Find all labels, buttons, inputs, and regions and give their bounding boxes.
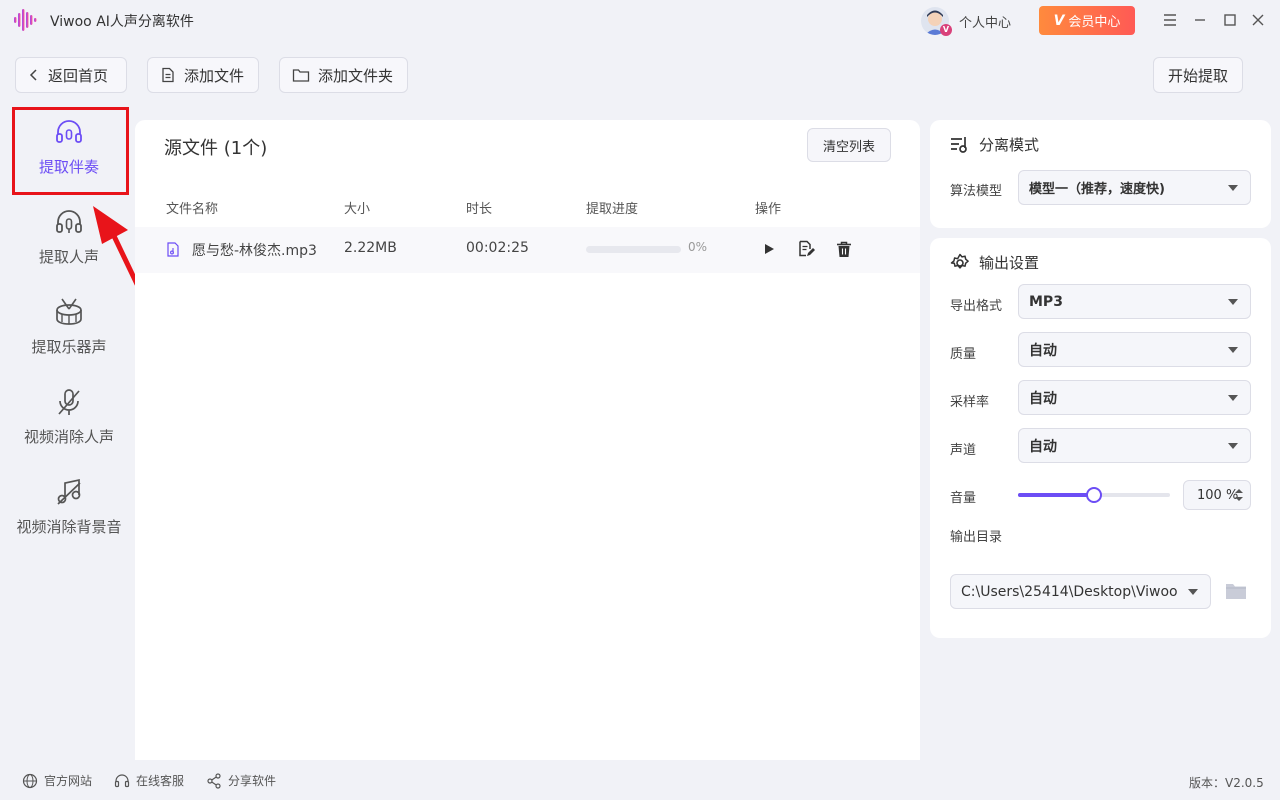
column-header-size: 大小: [344, 202, 371, 217]
channel-select[interactable]: 自动: [1018, 428, 1251, 463]
column-header-actions: 操作: [755, 202, 782, 217]
volume-value: 100 %: [1197, 487, 1239, 503]
add-folder-button[interactable]: 添加文件夹: [279, 57, 408, 93]
app-title: Viwoo AI人声分离软件: [50, 14, 194, 30]
channel-label: 声道: [950, 443, 977, 458]
headset-icon: [114, 773, 130, 787]
quality-label: 质量: [950, 347, 977, 362]
output-dir-value: C:\Users\25414\Desktop\Viwoo: [961, 583, 1178, 600]
output-dir-label: 输出目录: [950, 530, 1003, 545]
menu-icon[interactable]: [1160, 10, 1180, 30]
sidebar-item-video-remove-background[interactable]: 视频消除背景音: [0, 476, 138, 537]
volume-label: 音量: [950, 491, 977, 506]
start-extract-label: 开始提取: [1167, 66, 1228, 85]
delete-icon[interactable]: [834, 239, 854, 259]
official-website-link[interactable]: 官方网站: [22, 772, 92, 789]
folder-icon: [292, 69, 310, 82]
sample-rate-label: 采样率: [950, 395, 990, 410]
output-settings-title: 输出设置: [950, 252, 1039, 273]
start-extract-button[interactable]: 开始提取: [1153, 57, 1243, 93]
output-settings-label: 输出设置: [979, 254, 1040, 272]
chevron-down-icon: [1228, 347, 1238, 353]
sidebar-item-label: 视频消除背景音: [16, 518, 122, 536]
sidebar-item-video-remove-vocals[interactable]: 视频消除人声: [0, 386, 138, 447]
format-select[interactable]: MP3: [1018, 284, 1251, 319]
sliders-icon: [951, 136, 967, 153]
chevron-down-icon: [1188, 589, 1198, 595]
gear-icon: [950, 253, 969, 269]
annotation-highlight-box: [12, 107, 129, 195]
vip-icon: V: [1053, 12, 1065, 29]
clear-list-button[interactable]: 清空列表: [807, 128, 891, 162]
output-dir-select[interactable]: C:\Users\25414\Desktop\Viwoo: [950, 574, 1211, 609]
sidebar-item-label: 视频消除人声: [23, 428, 114, 446]
edit-file-icon[interactable]: [796, 239, 816, 259]
source-files-title: 源文件 (1个): [164, 138, 268, 159]
version-text: 版本：V2.0.5: [1189, 776, 1264, 790]
chevron-down-icon: [1228, 395, 1238, 401]
model-select-value: 模型一（推荐，速度快): [1029, 182, 1165, 197]
chevron-down-icon: [1228, 185, 1238, 191]
volume-slider-fill: [1018, 493, 1094, 497]
mic-off-icon: [53, 386, 85, 418]
close-icon[interactable]: [1248, 10, 1268, 30]
column-header-name: 文件名称: [166, 202, 219, 217]
share-software-label: 分享软件: [228, 774, 277, 788]
add-file-label: 添加文件: [184, 66, 245, 85]
model-label: 算法模型: [950, 184, 1003, 199]
avatar-vip-badge: V: [940, 24, 952, 36]
share-software-link[interactable]: 分享软件: [206, 772, 276, 789]
quality-select[interactable]: 自动: [1018, 332, 1251, 367]
online-support-link[interactable]: 在线客服: [114, 772, 184, 789]
maximize-icon[interactable]: [1220, 10, 1240, 30]
format-select-value: MP3: [1029, 293, 1063, 310]
output-settings-panel: 输出设置 导出格式 MP3 质量 自动 采样率 自动 声道 自动 音量 100 …: [930, 238, 1271, 638]
progress-text: 0%: [688, 240, 708, 254]
vip-center-label: 会员中心: [1068, 15, 1121, 30]
model-select[interactable]: 模型一（推荐，速度快): [1018, 170, 1251, 205]
file-icon: [162, 67, 174, 83]
sample-rate-select[interactable]: 自动: [1018, 380, 1251, 415]
volume-slider-handle[interactable]: [1086, 487, 1102, 503]
add-file-button[interactable]: 添加文件: [147, 57, 259, 93]
official-website-label: 官方网站: [44, 774, 93, 788]
separation-mode-title: 分离模式: [950, 134, 1039, 155]
chevron-left-icon: [29, 69, 37, 81]
format-label: 导出格式: [950, 299, 1003, 314]
play-icon[interactable]: [759, 239, 779, 259]
quality-select-value: 自动: [1029, 342, 1057, 359]
file-name: 愿与愁-林俊杰.mp3: [192, 243, 317, 259]
column-header-duration: 时长: [466, 202, 493, 217]
file-duration: 00:02:25: [466, 240, 529, 256]
globe-icon: [22, 773, 38, 788]
progress-bar: [586, 246, 681, 253]
source-files-panel: 源文件 (1个) 清空列表 文件名称 大小 时长 提取进度 操作 愿与愁-林俊杰…: [135, 120, 920, 760]
back-home-button[interactable]: 返回首页: [15, 57, 127, 93]
column-header-progress: 提取进度: [586, 202, 639, 217]
sample-rate-select-value: 自动: [1029, 390, 1057, 407]
add-folder-label: 添加文件夹: [318, 66, 394, 85]
chevron-down-icon: [1228, 443, 1238, 449]
online-support-label: 在线客服: [136, 774, 185, 788]
table-row[interactable]: 愿与愁-林俊杰.mp3 2.22MB 00:02:25 0%: [135, 227, 920, 273]
vip-center-button[interactable]: V 会员中心: [1039, 6, 1135, 35]
title-bar: Viwoo AI人声分离软件 V 个人中心 V 会员中心: [0, 0, 1280, 40]
channel-select-value: 自动: [1029, 438, 1057, 455]
share-icon: [207, 772, 221, 789]
minimize-icon[interactable]: [1190, 10, 1210, 30]
music-off-icon: [53, 476, 85, 508]
chevron-down-icon: [1228, 299, 1238, 305]
volume-input[interactable]: 100 %: [1183, 480, 1251, 510]
user-center-link[interactable]: 个人中心: [959, 12, 1011, 31]
separation-mode-label: 分离模式: [979, 136, 1040, 154]
file-size: 2.22MB: [344, 240, 397, 256]
app-logo-icon: [14, 9, 37, 31]
back-home-label: 返回首页: [48, 66, 109, 85]
audio-file-icon: [167, 242, 179, 257]
table-header: 文件名称 大小 时长 提取进度 操作: [135, 185, 920, 227]
volume-slider[interactable]: [1018, 487, 1170, 503]
separation-mode-panel: 分离模式 算法模型 模型一（推荐，速度快): [930, 120, 1271, 228]
spinner-arrows-icon[interactable]: [1234, 488, 1244, 502]
open-folder-icon[interactable]: [1223, 578, 1249, 604]
